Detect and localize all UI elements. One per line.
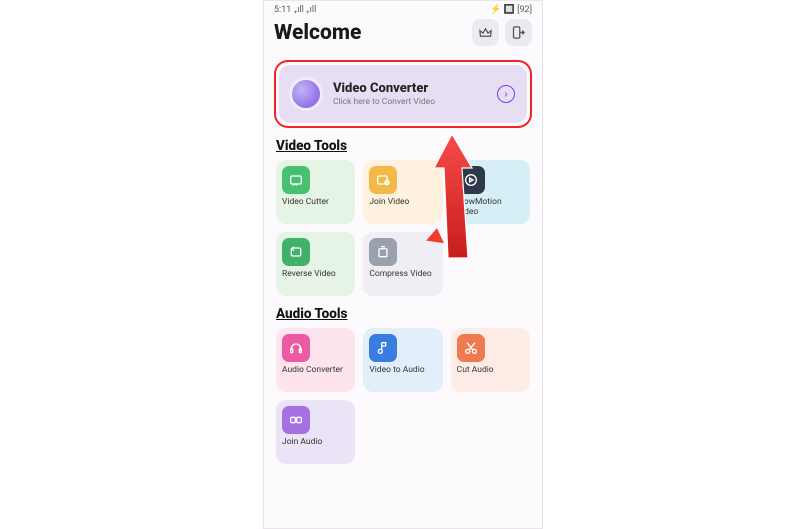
video-converter-card[interactable]: Video Converter Click here to Convert Vi…: [279, 65, 527, 123]
tool-label: Audio Converter: [282, 366, 349, 376]
tool-label: Join Audio: [282, 438, 349, 448]
tool-label: Join Video: [369, 198, 436, 208]
rev-icon: [282, 238, 310, 266]
video-tool-reverse-video[interactable]: Reverse Video: [276, 232, 355, 296]
head-icon: [282, 334, 310, 362]
video-tool-slowmotion-video[interactable]: SlowMotion Video: [451, 160, 530, 224]
cutA-icon: [457, 334, 485, 362]
status-bar: 5:11 ₊ıll ₊ıll ⚡ 🔲 [92]: [264, 1, 542, 15]
joinA-icon: [282, 406, 310, 434]
status-right: ⚡ 🔲 [92]: [490, 5, 532, 15]
video-tool-join-video[interactable]: Join Video: [363, 160, 442, 224]
phone-frame: 5:11 ₊ıll ₊ıll ⚡ 🔲 [92] Welcome Video Co…: [263, 0, 543, 529]
audio-tools-header: Audio Tools: [276, 306, 530, 322]
audio-tool-join-audio[interactable]: Join Audio: [276, 400, 355, 464]
join-icon: [369, 166, 397, 194]
status-time: 5:11 ₊ıll ₊ıll: [274, 5, 316, 15]
video-converter-subtitle: Click here to Convert Video: [333, 97, 435, 107]
crown-icon[interactable]: [472, 19, 499, 46]
tool-label: Cut Audio: [457, 366, 524, 376]
video-tools-grid: Video Cutter Join Video SlowMotion Video Re…: [264, 160, 542, 302]
video-converter-title: Video Converter: [333, 81, 435, 96]
header: Welcome: [264, 15, 542, 54]
video-tool-compress-video[interactable]: Compress Video: [363, 232, 442, 296]
note-icon: [369, 334, 397, 362]
exit-icon[interactable]: [505, 19, 532, 46]
tool-label: SlowMotion Video: [457, 198, 524, 218]
video-converter-highlight: Video Converter Click here to Convert Vi…: [274, 60, 532, 128]
hot-icon: [426, 227, 446, 243]
audio-tool-cut-audio[interactable]: Cut Audio: [451, 328, 530, 392]
slow-icon: [457, 166, 485, 194]
video-tool-video-cutter[interactable]: Video Cutter: [276, 160, 355, 224]
page-title: Welcome: [274, 21, 361, 45]
chevron-right-icon: ›: [497, 85, 515, 103]
audio-tools-grid: Audio Converter Video to Audio Cut Audio Jo…: [264, 328, 542, 470]
video-tools-header: Video Tools: [276, 138, 530, 154]
tool-label: Video to Audio: [369, 366, 436, 376]
tool-label: Reverse Video: [282, 270, 349, 280]
audio-tool-video-to-audio[interactable]: Video to Audio: [363, 328, 442, 392]
tool-label: Video Cutter: [282, 198, 349, 208]
cutter-icon: [282, 166, 310, 194]
comp-icon: [369, 238, 397, 266]
audio-tool-audio-converter[interactable]: Audio Converter: [276, 328, 355, 392]
tool-label: Compress Video: [369, 270, 436, 280]
video-converter-icon: [289, 77, 323, 111]
